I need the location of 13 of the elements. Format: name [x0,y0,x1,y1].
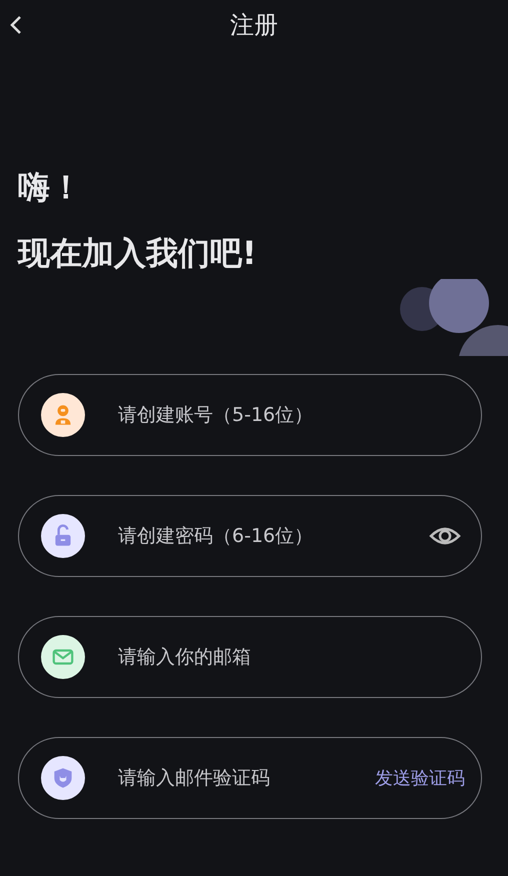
greeting-subtitle: 现在加入我们吧! [18,233,257,274]
astronaut-icon [41,393,85,437]
password-input-field[interactable]: 请创建密码（6-16位） [116,524,429,548]
email-input-field[interactable]: 请输入你的邮箱 [116,645,465,669]
code-input-field[interactable]: 请输入邮件验证码 [116,766,375,790]
send-code-link[interactable]: 发送验证码 [375,766,465,790]
shield-icon [41,756,85,800]
envelope-icon [41,635,85,679]
account-input-field[interactable]: 请创建账号（5-16位） [116,403,465,427]
page-title: 注册 [230,10,278,41]
greeting-text: 嗨！ [18,167,82,208]
padlock-icon [41,514,85,558]
back-icon[interactable] [8,14,24,36]
